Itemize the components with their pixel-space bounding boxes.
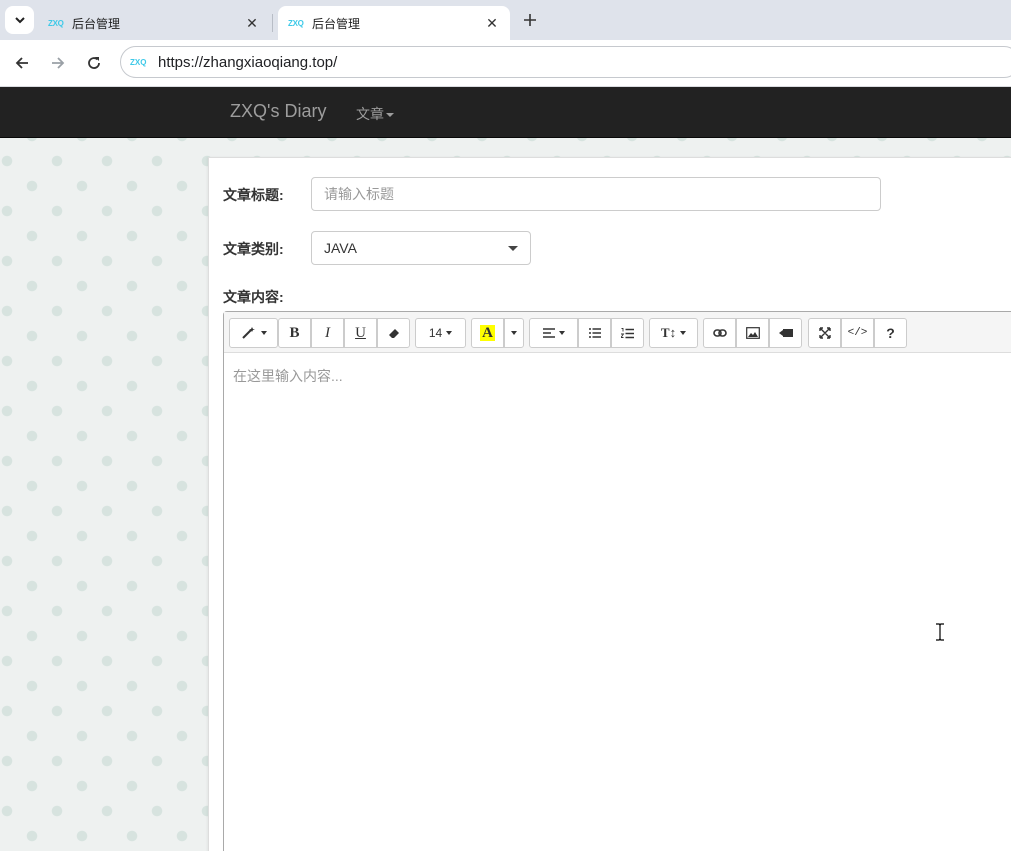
eraser-icon: [388, 329, 399, 338]
arrow-left-icon: [15, 57, 28, 69]
editor-toolbar: B I U 14 A T↕ </> ?: [224, 312, 1011, 353]
paragraph-align-button[interactable]: [529, 318, 578, 348]
video-icon: [778, 329, 793, 337]
reload-button[interactable]: [83, 52, 105, 74]
code-icon: </>: [847, 327, 868, 339]
underline-button[interactable]: U: [344, 318, 377, 348]
insert-picture-button[interactable]: [736, 318, 769, 348]
caret-down-icon: [386, 113, 394, 118]
text-color-icon: A: [480, 325, 495, 341]
clear-format-button[interactable]: [377, 318, 410, 348]
text-height-icon: T↕: [660, 325, 677, 340]
browser-toolbar: ZXQ https://zhangxiaoqiang.top/: [0, 40, 1011, 87]
picture-icon: [745, 327, 760, 339]
rich-text-editor: B I U 14 A T↕ </> ? 在这里输入内容...: [223, 311, 1011, 851]
unordered-list-button[interactable]: [578, 318, 611, 348]
help-button[interactable]: ?: [874, 318, 907, 348]
title-label: 文章标题:: [223, 187, 284, 203]
category-selected-value: JAVA: [324, 240, 357, 256]
tab-favicon: ZXQ: [288, 18, 304, 28]
font-size-value: 14: [428, 326, 443, 340]
fore-color-button[interactable]: A: [471, 318, 504, 348]
italic-button[interactable]: I: [311, 318, 344, 348]
bullet-list-icon: [588, 328, 601, 338]
align-left-icon: [542, 328, 555, 338]
content-label: 文章内容:: [223, 289, 284, 305]
title-input[interactable]: [311, 177, 881, 211]
link-icon: [712, 329, 727, 337]
editor-placeholder: 在这里输入内容...: [233, 368, 343, 384]
caret-down-icon: [446, 331, 453, 335]
site-navbar: ZXQ's Diary 文章: [0, 87, 1011, 138]
ordered-list-button[interactable]: [611, 318, 644, 348]
plus-icon: [524, 14, 536, 26]
chevron-down-icon: [14, 17, 25, 24]
close-icon[interactable]: ✕: [484, 15, 500, 32]
chevron-down-icon: [508, 246, 518, 251]
url-text[interactable]: https://zhangxiaoqiang.top/: [158, 54, 337, 71]
font-size-dropdown[interactable]: 14: [415, 318, 466, 348]
site-favicon: ZXQ: [130, 57, 147, 67]
editor-content-area[interactable]: 在这里输入内容...: [233, 366, 343, 386]
browser-tab-2[interactable]: ZXQ 后台管理 ✕: [278, 6, 510, 40]
magic-wand-icon: [241, 327, 255, 339]
browser-tabstrip: ZXQ 后台管理 ✕ ZXQ 后台管理 ✕: [0, 0, 1011, 40]
new-tab-button[interactable]: [519, 9, 541, 31]
category-select[interactable]: JAVA: [311, 231, 531, 265]
reload-icon: [88, 57, 100, 69]
tab-search-button[interactable]: [5, 6, 34, 34]
style-button[interactable]: [229, 318, 278, 348]
category-label: 文章类别:: [223, 241, 284, 257]
caret-down-icon: [511, 331, 517, 335]
tab-title: 后台管理: [72, 16, 121, 31]
close-icon[interactable]: ✕: [244, 15, 260, 32]
caret-down-icon: [680, 331, 687, 335]
caret-down-icon: [558, 331, 565, 335]
expand-icon: [818, 327, 831, 339]
bold-button[interactable]: B: [278, 318, 311, 348]
article-menu-label: 文章: [356, 106, 384, 122]
tab-separator: [272, 14, 273, 32]
tab-title: 后台管理: [312, 16, 361, 31]
text-cursor-icon: [936, 623, 944, 641]
line-height-dropdown[interactable]: T↕: [649, 318, 698, 348]
question-icon: ?: [886, 325, 895, 341]
code-view-button[interactable]: </>: [841, 318, 874, 348]
color-dropdown-button[interactable]: [504, 318, 524, 348]
insert-link-button[interactable]: [703, 318, 736, 348]
address-bar[interactable]: ZXQ https://zhangxiaoqiang.top/: [120, 46, 1011, 78]
tab-favicon: ZXQ: [48, 18, 64, 28]
site-brand[interactable]: ZXQ's Diary: [230, 101, 326, 122]
fullscreen-button[interactable]: [808, 318, 841, 348]
browser-tab-1[interactable]: ZXQ 后台管理 ✕: [38, 6, 270, 40]
forward-button[interactable]: [47, 52, 69, 74]
caret-down-icon: [260, 331, 267, 335]
back-button[interactable]: [11, 52, 33, 74]
insert-video-button[interactable]: [769, 318, 802, 348]
numbered-list-icon: [621, 327, 634, 338]
article-menu-dropdown[interactable]: 文章: [356, 104, 394, 124]
arrow-right-icon: [52, 57, 65, 69]
